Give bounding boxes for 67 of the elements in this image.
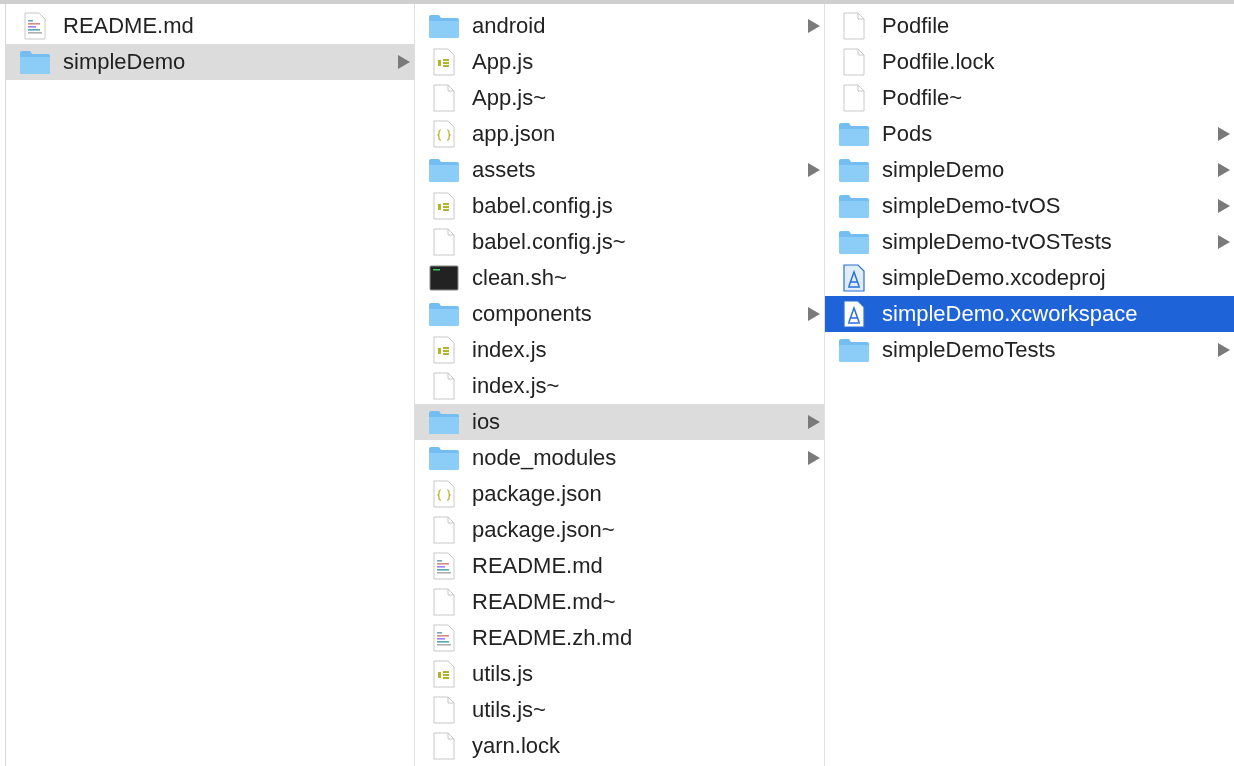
file-name: components	[472, 301, 593, 327]
file-row[interactable]: babel.config.js~	[415, 224, 824, 260]
file-row[interactable]: yarn.lock	[415, 728, 824, 764]
file-name: assets	[472, 157, 537, 183]
file-name: Podfile	[882, 13, 951, 39]
file-row[interactable]: node_modules	[415, 440, 824, 476]
file-row[interactable]: package.json~	[415, 512, 824, 548]
file-name: package.json	[472, 481, 603, 507]
file-name: Podfile~	[882, 85, 964, 111]
file-row[interactable]: utils.js~	[415, 692, 824, 728]
file-name: README.md~	[472, 589, 617, 615]
file-name: utils.js	[472, 661, 535, 687]
file-row[interactable]: clean.sh~	[415, 260, 824, 296]
file-name: simpleDemo.xcworkspace	[882, 301, 1139, 327]
file-row[interactable]: package.json	[415, 476, 824, 512]
file-row[interactable]: App.js	[415, 44, 824, 80]
file-name: package.json~	[472, 517, 616, 543]
file-name: simpleDemo	[63, 49, 187, 75]
file-row[interactable]: assets	[415, 152, 824, 188]
file-row[interactable]: simpleDemo.xcworkspace	[825, 296, 1234, 332]
file-name: Podfile.lock	[882, 49, 996, 75]
terminal-icon	[428, 263, 460, 293]
file-row[interactable]: README.zh.md	[415, 620, 824, 656]
file-row[interactable]: App.js~	[415, 80, 824, 116]
file-name: ios	[472, 409, 502, 435]
file-name: simpleDemo-tvOS	[882, 193, 1062, 219]
file-name: simpleDemo.xcodeproj	[882, 265, 1107, 291]
file-name: utils.js~	[472, 697, 547, 723]
file-row[interactable]: babel.config.js	[415, 188, 824, 224]
file-name: README.md	[472, 553, 604, 579]
file-row[interactable]: android	[415, 8, 824, 44]
file-name: android	[472, 13, 547, 39]
file-name: clean.sh~	[472, 265, 568, 291]
file-name: index.js~	[472, 373, 561, 399]
file-row[interactable]: simpleDemo-tvOSTests	[825, 224, 1234, 260]
file-row[interactable]: README.md	[415, 548, 824, 584]
file-name: yarn.lock	[472, 733, 562, 759]
file-row[interactable]: simpleDemoTests	[825, 332, 1234, 368]
file-name: babel.config.js	[472, 193, 614, 219]
file-row[interactable]: simpleDemo-tvOS	[825, 188, 1234, 224]
file-row[interactable]: app.json	[415, 116, 824, 152]
file-row[interactable]: components	[415, 296, 824, 332]
file-name: simpleDemo	[882, 157, 1006, 183]
file-row[interactable]: simpleDemo.xcodeproj	[825, 260, 1234, 296]
file-name: babel.config.js~	[472, 229, 627, 255]
file-name: README.md	[63, 13, 195, 39]
file-row[interactable]: Podfile.lock	[825, 44, 1234, 80]
file-name: index.js	[472, 337, 548, 363]
file-row[interactable]: index.js~	[415, 368, 824, 404]
file-name: simpleDemo-tvOSTests	[882, 229, 1113, 255]
file-name: node_modules	[472, 445, 618, 471]
file-row[interactable]: simpleDemo	[825, 152, 1234, 188]
file-row[interactable]: README.md~	[415, 584, 824, 620]
file-name: App.js	[472, 49, 535, 75]
file-name: README.zh.md	[472, 625, 634, 651]
file-name: app.json	[472, 121, 557, 147]
file-row[interactable]: simpleDemo	[6, 44, 414, 80]
file-row[interactable]: Podfile	[825, 8, 1234, 44]
file-row[interactable]: utils.js	[415, 656, 824, 692]
file-row[interactable]: README.md	[6, 8, 414, 44]
file-row[interactable]: Podfile~	[825, 80, 1234, 116]
file-row[interactable]: ios	[415, 404, 824, 440]
file-name: Pods	[882, 121, 934, 147]
file-name: simpleDemoTests	[882, 337, 1057, 363]
file-row[interactable]: Pods	[825, 116, 1234, 152]
file-name: App.js~	[472, 85, 547, 111]
file-row[interactable]: index.js	[415, 332, 824, 368]
